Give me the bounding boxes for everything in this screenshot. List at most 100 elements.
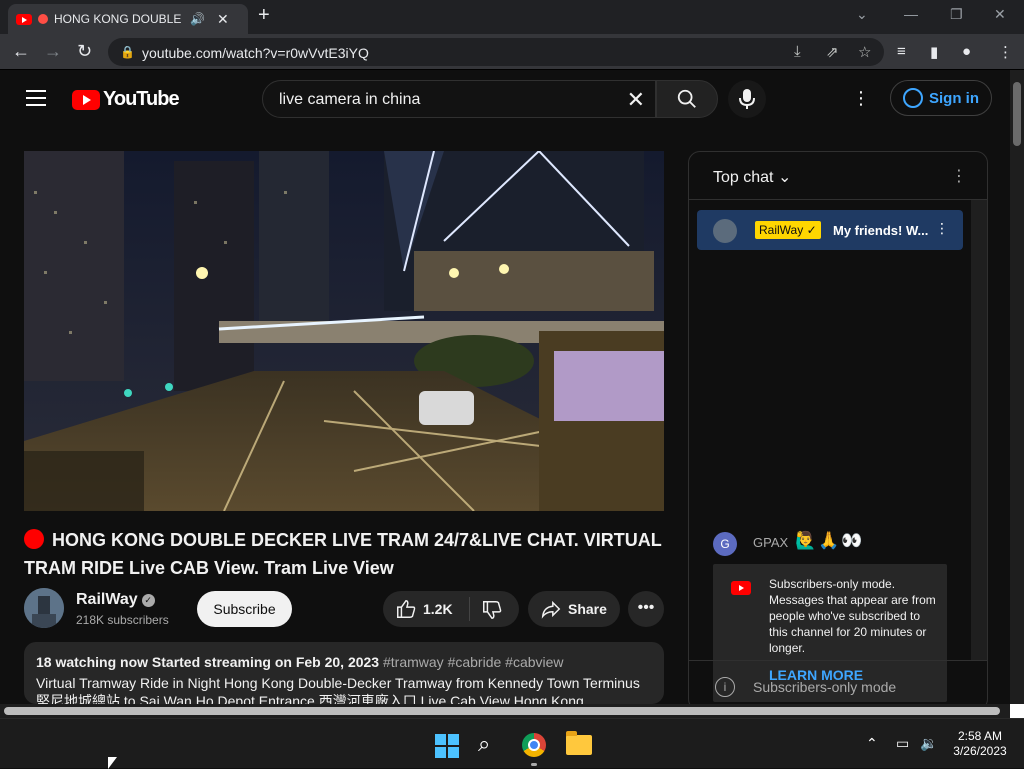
top-chat-label[interactable]: Top chat bbox=[713, 169, 773, 186]
speaker-icon[interactable]: 🔊 bbox=[190, 12, 205, 26]
youtube-header: YouTube live camera in china ✕ ⋮ Sign in bbox=[0, 70, 1010, 126]
search-input[interactable]: live camera in china ✕ bbox=[262, 80, 656, 118]
channel-name-text[interactable]: RailWay bbox=[76, 591, 138, 608]
description-box[interactable]: 18 watching now Started streaming on Feb… bbox=[24, 642, 664, 704]
clock-date: 3/26/2023 bbox=[953, 744, 1007, 758]
channel-avatar-image bbox=[24, 588, 64, 628]
back-arrow-icon[interactable]: ← bbox=[12, 41, 30, 62]
side-panel-icon[interactable]: ▮ bbox=[930, 43, 938, 61]
subscribe-button[interactable]: Subscribe bbox=[197, 591, 292, 627]
notice-text: Subscribers-only mode. Messages that app… bbox=[769, 577, 936, 655]
taskbar-search-icon[interactable]: ⌕ bbox=[478, 731, 490, 757]
description-text: Virtual Tramway Ride in Night Hong Kong … bbox=[36, 675, 640, 704]
file-explorer-icon[interactable] bbox=[566, 731, 592, 755]
top-chat-dropdown[interactable]: Top chat ⌄ bbox=[713, 167, 791, 187]
address-bar[interactable]: 🔒 youtube.com/watch?v=r0wVvtE3iYQ ⤓ ⇗ ☆ bbox=[108, 38, 884, 66]
horizontal-scroll-thumb[interactable] bbox=[4, 707, 1000, 715]
chat-author-avatar: G bbox=[713, 532, 737, 556]
chat-messages: RailWay ✓ My friends! W... ⋮ G GPAX 🙋‍♂️… bbox=[689, 200, 971, 702]
media-control-icon[interactable]: ≡ bbox=[897, 43, 906, 60]
browser-tab-strip: HONG KONG DOUBLE D 🔊 ✕ + ⌄ — ❐ ✕ bbox=[0, 0, 1024, 34]
owner-badge: RailWay ✓ bbox=[755, 221, 821, 239]
subscribers-only-label: Subscribers-only mode bbox=[753, 679, 897, 695]
chrome-app-icon[interactable] bbox=[522, 733, 546, 757]
like-dislike-group: 1.2K bbox=[383, 591, 519, 627]
video-title-text: HONG KONG DOUBLE DECKER LIVE TRAM 24/7&L… bbox=[24, 530, 662, 578]
share-arrow-icon bbox=[541, 600, 561, 619]
like-count[interactable]: 1.2K bbox=[423, 601, 453, 617]
pinned-more-icon[interactable]: ⋮ bbox=[935, 220, 949, 237]
verified-check-icon: ✓ bbox=[141, 594, 155, 607]
pinned-author: RailWay bbox=[759, 223, 804, 237]
mouse-cursor-icon bbox=[108, 757, 117, 769]
verified-check-icon: ✓ bbox=[806, 223, 817, 237]
search-icon bbox=[677, 89, 696, 108]
recording-indicator-icon bbox=[38, 14, 48, 24]
reload-icon[interactable]: ↻ bbox=[77, 41, 92, 62]
youtube-play-logo-icon bbox=[72, 89, 100, 110]
share-page-icon[interactable]: ⇗ bbox=[826, 43, 839, 61]
video-title: HONG KONG DOUBLE DECKER LIVE TRAM 24/7&L… bbox=[24, 526, 664, 582]
youtube-logo[interactable]: YouTube bbox=[72, 88, 180, 111]
close-tab-icon[interactable]: ✕ bbox=[217, 11, 229, 28]
voice-search-button[interactable] bbox=[728, 80, 766, 118]
install-app-icon[interactable]: ⤓ bbox=[794, 43, 801, 60]
minimize-icon[interactable]: — bbox=[904, 6, 918, 22]
description-meta: 18 watching now Started streaming on Feb… bbox=[36, 654, 652, 670]
windows-start-icon[interactable] bbox=[435, 734, 459, 758]
profile-icon[interactable]: ● bbox=[962, 43, 971, 60]
vertical-scroll-thumb[interactable] bbox=[1013, 82, 1021, 146]
more-actions-button[interactable]: ••• bbox=[628, 591, 664, 627]
thumbs-down-icon[interactable] bbox=[481, 599, 503, 621]
system-clock[interactable]: 2:58 AM 3/26/2023 bbox=[950, 729, 1010, 759]
youtube-logo-text: YouTube bbox=[103, 88, 180, 110]
hashtags[interactable]: #tramway #cabride #cabview bbox=[383, 654, 564, 670]
clear-search-icon[interactable]: ✕ bbox=[627, 87, 645, 113]
chevron-down-icon[interactable]: ⌄ bbox=[778, 169, 791, 186]
lock-icon[interactable]: 🔒 bbox=[120, 45, 135, 59]
chat-author-name[interactable]: GPAX bbox=[753, 535, 788, 550]
browser-tab-active[interactable]: HONG KONG DOUBLE D 🔊 ✕ bbox=[8, 4, 248, 34]
channel-name[interactable]: RailWay ✓ bbox=[76, 591, 155, 609]
share-label: Share bbox=[568, 601, 607, 617]
video-frame bbox=[24, 151, 664, 511]
pinned-message-text: My friends! W... bbox=[833, 223, 929, 238]
share-button[interactable]: Share bbox=[528, 591, 620, 627]
sign-in-button[interactable]: Sign in bbox=[890, 80, 992, 116]
chat-header: Top chat ⌄ ⋮ bbox=[689, 152, 987, 200]
watching-and-start-date: 18 watching now Started streaming on Feb… bbox=[36, 654, 380, 670]
browser-menu-icon[interactable]: ⋮ bbox=[998, 43, 1013, 61]
close-window-icon[interactable]: ✕ bbox=[994, 6, 1006, 23]
tab-title: HONG KONG DOUBLE D bbox=[54, 12, 184, 26]
forward-arrow-icon[interactable]: → bbox=[44, 41, 62, 62]
info-icon[interactable]: i bbox=[715, 677, 735, 697]
thumbs-up-icon[interactable] bbox=[395, 598, 417, 620]
settings-more-icon[interactable]: ⋮ bbox=[852, 88, 870, 109]
address-url[interactable]: youtube.com/watch?v=r0wVvtE3iYQ bbox=[142, 45, 369, 61]
page-vertical-scrollbar[interactable] bbox=[1010, 70, 1024, 704]
restore-icon[interactable]: ❐ bbox=[950, 6, 963, 23]
live-indicator-icon bbox=[24, 529, 44, 549]
page-horizontal-scrollbar[interactable] bbox=[0, 704, 1010, 718]
account-circle-icon bbox=[903, 88, 923, 108]
bookmark-star-icon[interactable]: ☆ bbox=[858, 43, 871, 61]
scrollbar-corner bbox=[1010, 704, 1024, 718]
live-chat-panel: Top chat ⌄ ⋮ RailWay ✓ My friends! W... … bbox=[688, 151, 988, 711]
youtube-favicon-icon bbox=[16, 13, 32, 25]
show-hidden-icons-chevron-icon[interactable]: ⌃ bbox=[866, 735, 878, 752]
pinned-author-avatar bbox=[713, 219, 737, 243]
chat-scrollbar[interactable] bbox=[971, 200, 987, 660]
search-button[interactable] bbox=[656, 80, 718, 118]
chat-more-icon[interactable]: ⋮ bbox=[951, 166, 967, 186]
new-tab-icon[interactable]: + bbox=[258, 4, 270, 27]
tab-search-chevron-icon[interactable]: ⌄ bbox=[856, 6, 868, 23]
network-icon[interactable]: ▭ bbox=[896, 735, 909, 752]
pinned-message[interactable]: RailWay ✓ My friends! W... ⋮ bbox=[697, 210, 963, 250]
hamburger-menu-icon[interactable] bbox=[26, 90, 46, 106]
video-player[interactable] bbox=[24, 151, 664, 511]
running-app-indicator bbox=[531, 763, 537, 766]
channel-avatar[interactable] bbox=[24, 588, 64, 628]
clock-time: 2:58 AM bbox=[957, 729, 1003, 743]
search-query-text[interactable]: live camera in china bbox=[279, 91, 420, 109]
volume-icon[interactable]: 🔉 bbox=[920, 735, 937, 752]
